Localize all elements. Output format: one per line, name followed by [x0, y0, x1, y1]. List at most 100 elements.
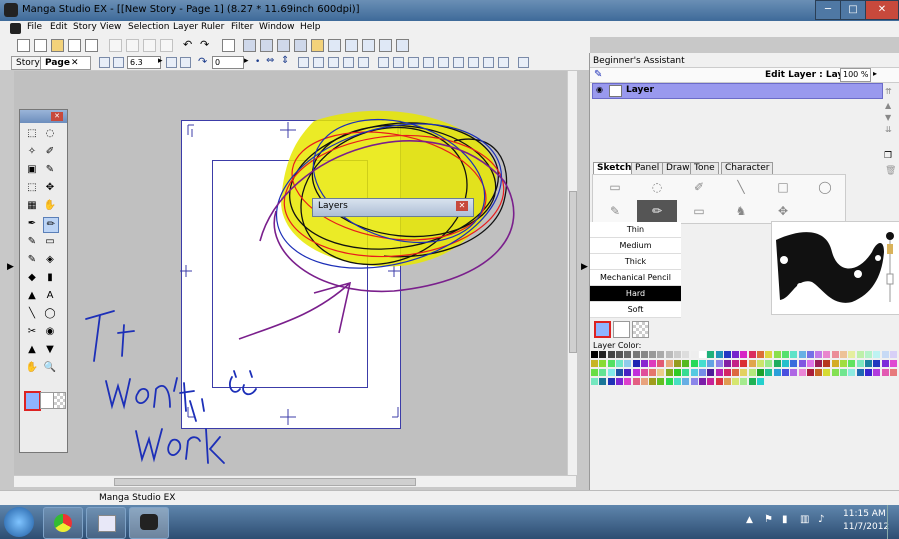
- palette-swatch[interactable]: [615, 360, 623, 367]
- palette-swatch[interactable]: [798, 369, 806, 376]
- palette-swatch[interactable]: [657, 378, 665, 385]
- tool-h-icon[interactable]: [483, 57, 494, 68]
- menu-help[interactable]: Help: [300, 22, 321, 32]
- tool-j-icon[interactable]: [518, 57, 529, 68]
- menu-story[interactable]: Story: [73, 22, 97, 32]
- menu-view[interactable]: View: [100, 22, 121, 32]
- canvas-area[interactable]: Layers ✕: [14, 71, 576, 475]
- selection-pen-icon[interactable]: ✐: [43, 145, 57, 159]
- cut-icon[interactable]: [109, 39, 122, 52]
- palette-swatch[interactable]: [624, 360, 632, 367]
- palette-swatch[interactable]: [591, 360, 598, 367]
- delete-icon[interactable]: [160, 39, 173, 52]
- menu-filter[interactable]: Filter: [231, 22, 253, 32]
- palette-swatch[interactable]: [715, 369, 723, 376]
- panel-arrow-icon[interactable]: ▸: [873, 69, 877, 78]
- palette-swatch[interactable]: [815, 351, 823, 358]
- palette-swatch[interactable]: [890, 378, 897, 385]
- menu-file[interactable]: File: [27, 22, 42, 32]
- line-icon[interactable]: ╲: [25, 307, 39, 321]
- palette-swatch[interactable]: [657, 360, 665, 367]
- palette-swatch[interactable]: [599, 378, 607, 385]
- palette-swatch[interactable]: [690, 351, 698, 358]
- palette-swatch[interactable]: [856, 360, 864, 367]
- main-color-swatch[interactable]: [24, 391, 41, 411]
- tool-c-icon[interactable]: [408, 57, 419, 68]
- palette-swatch[interactable]: [690, 378, 698, 385]
- palette-swatch[interactable]: [624, 378, 632, 385]
- palette-swatch[interactable]: [873, 369, 881, 376]
- palette-swatch[interactable]: [591, 378, 598, 385]
- maximize-button[interactable]: □: [840, 0, 866, 20]
- palette-swatch[interactable]: [765, 378, 772, 385]
- document-icon[interactable]: [10, 23, 21, 34]
- select-layer-icon[interactable]: ▣: [25, 163, 39, 177]
- palette-swatch[interactable]: [748, 351, 756, 358]
- palette-swatch[interactable]: [806, 369, 814, 376]
- tool-b-icon[interactable]: [393, 57, 404, 68]
- palette-swatch[interactable]: [757, 378, 764, 385]
- palette-swatch[interactable]: [732, 369, 740, 376]
- right-panel-toggle-icon[interactable]: ▶: [581, 262, 588, 272]
- palette-swatch[interactable]: [615, 351, 623, 358]
- pencil-size-mechanical-pencil[interactable]: Mechanical Pencil: [590, 270, 681, 286]
- palette-swatch[interactable]: [757, 369, 764, 376]
- tool-d-icon[interactable]: [423, 57, 434, 68]
- palette-swatch[interactable]: [840, 360, 847, 367]
- tool-f-icon[interactable]: [453, 57, 464, 68]
- properties-icon[interactable]: [311, 39, 324, 52]
- palette-swatch[interactable]: [707, 360, 715, 367]
- hand-icon[interactable]: ✋: [25, 361, 39, 375]
- palette-swatch[interactable]: [682, 378, 690, 385]
- layer-row[interactable]: ◉ Layer: [592, 83, 883, 99]
- pencil-tool-icon[interactable]: ✎: [595, 200, 635, 222]
- palette-swatch[interactable]: [798, 351, 806, 358]
- layer-lock-icon[interactable]: [609, 85, 622, 97]
- navigator-icon[interactable]: [328, 39, 341, 52]
- palette-swatch[interactable]: [665, 369, 673, 376]
- palette-swatch[interactable]: [848, 378, 855, 385]
- palette-swatch[interactable]: [599, 369, 607, 376]
- zoom-percent-field[interactable]: 100 %: [840, 68, 872, 82]
- palette-swatch[interactable]: [657, 351, 665, 358]
- palette-swatch[interactable]: [723, 369, 731, 376]
- palette-swatch[interactable]: [732, 351, 740, 358]
- lasso-select-icon[interactable]: ◌: [637, 176, 677, 198]
- horizontal-scrollbar[interactable]: [14, 476, 576, 487]
- palette-swatch[interactable]: [831, 360, 839, 367]
- clear-color-swatch[interactable]: [632, 321, 649, 338]
- palette-swatch[interactable]: [864, 351, 872, 358]
- tool-g-icon[interactable]: [468, 57, 479, 68]
- palette-swatch[interactable]: [790, 378, 797, 385]
- palette-swatch[interactable]: [615, 378, 623, 385]
- palette-swatch[interactable]: [715, 360, 723, 367]
- palette-swatch[interactable]: [889, 351, 897, 358]
- save-as-icon[interactable]: [85, 39, 98, 52]
- menu-window[interactable]: Window: [259, 22, 295, 32]
- left-panel-toggle-icon[interactable]: ▶: [7, 262, 14, 272]
- minimize-button[interactable]: ─: [815, 0, 841, 20]
- text-icon[interactable]: A: [43, 289, 57, 303]
- object-select-icon[interactable]: ⬚: [25, 181, 39, 195]
- palette-swatch[interactable]: [864, 369, 872, 376]
- layers-close-button[interactable]: ✕: [456, 201, 468, 211]
- ellipse-tool-icon[interactable]: ◯: [805, 176, 845, 198]
- palette-swatch[interactable]: [757, 351, 764, 358]
- pen-icon[interactable]: ✒: [25, 217, 39, 231]
- history-icon[interactable]: [379, 39, 392, 52]
- palette-swatch[interactable]: [665, 351, 673, 358]
- palette-swatch[interactable]: [748, 369, 756, 376]
- flip-vertical-icon[interactable]: ⇕: [281, 55, 289, 66]
- hand-move-icon[interactable]: ✋: [43, 199, 57, 213]
- palette-swatch[interactable]: [640, 351, 648, 358]
- palette-swatch[interactable]: [781, 369, 789, 376]
- up-icon[interactable]: ▲: [885, 101, 891, 110]
- palette-swatch[interactable]: [674, 360, 681, 367]
- palette-swatch[interactable]: [823, 378, 830, 385]
- save-icon[interactable]: [68, 39, 81, 52]
- pencil-size-thick[interactable]: Thick: [590, 254, 681, 270]
- palette-swatch[interactable]: [607, 351, 615, 358]
- center-icon[interactable]: •: [255, 57, 260, 67]
- palette-swatch[interactable]: [848, 360, 856, 367]
- spread-view-icon[interactable]: [277, 39, 290, 52]
